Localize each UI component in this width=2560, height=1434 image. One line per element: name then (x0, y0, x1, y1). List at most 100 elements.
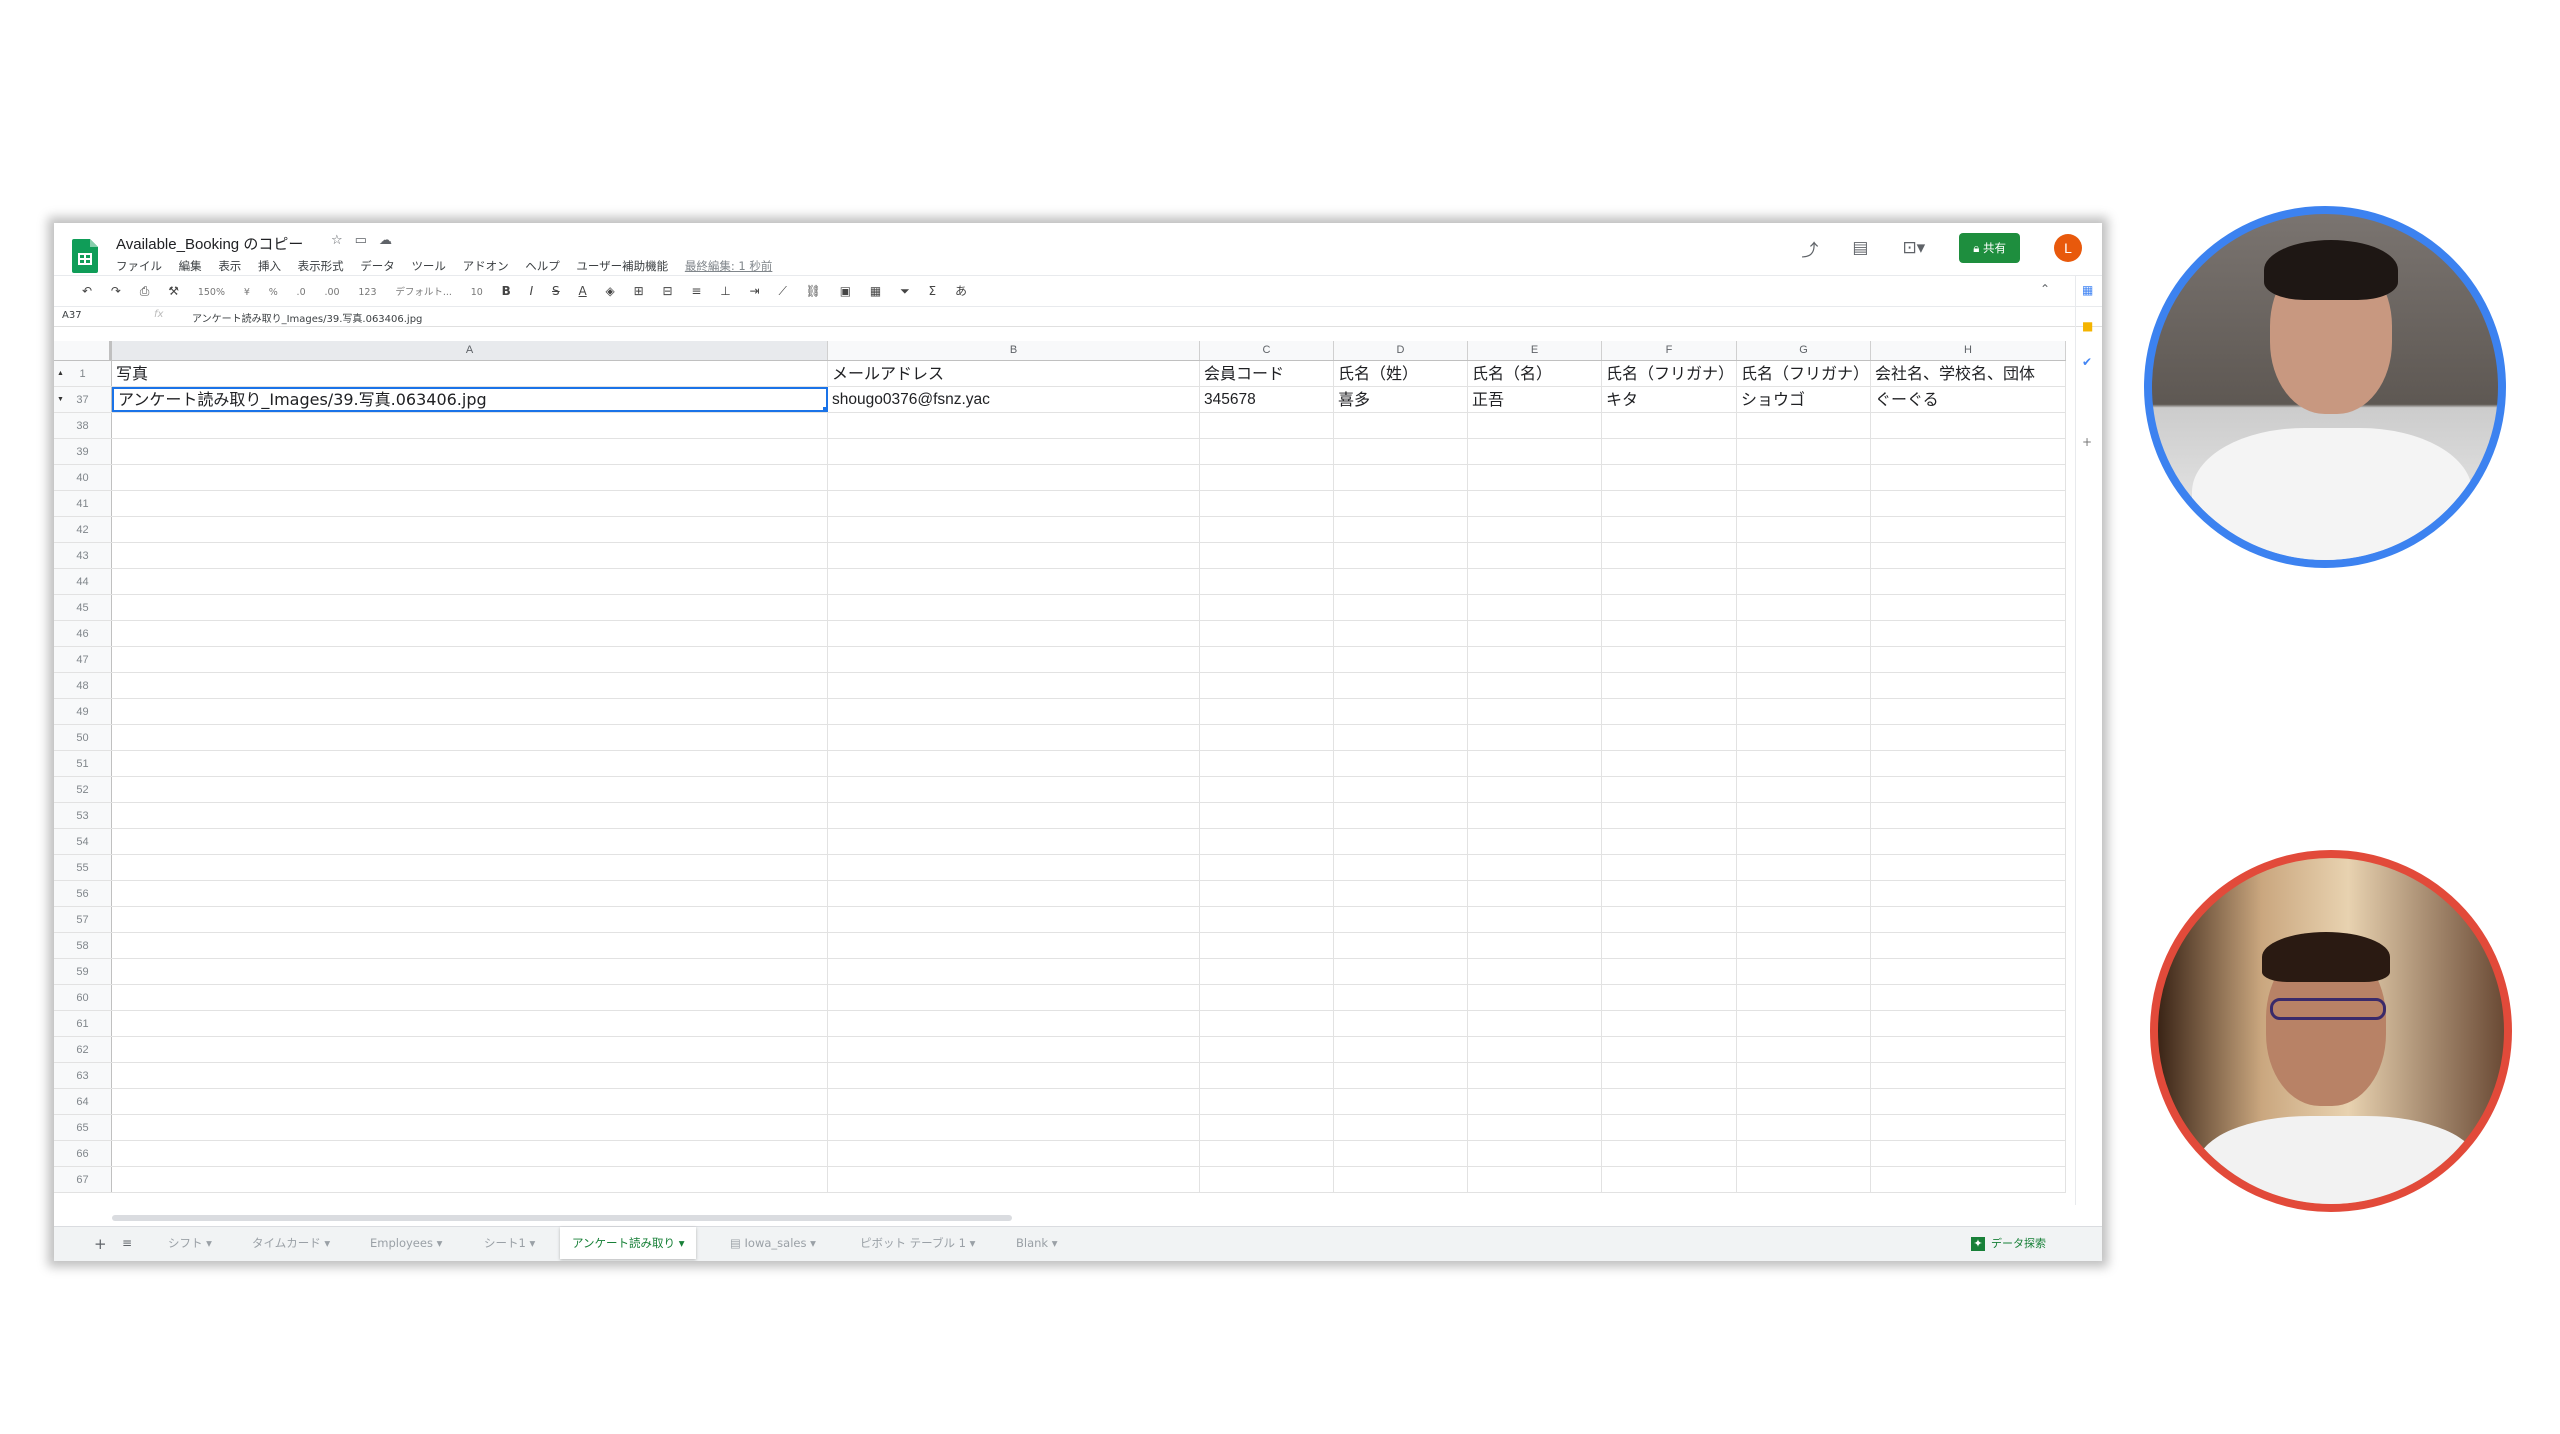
cell-empty[interactable] (1468, 1011, 1602, 1036)
menu-insert[interactable]: 挿入 (258, 259, 281, 273)
cell-empty[interactable] (1468, 1167, 1602, 1192)
cell-empty[interactable] (1737, 543, 1871, 568)
cell-empty[interactable] (1737, 491, 1871, 516)
cell-empty[interactable] (1468, 881, 1602, 906)
cell-empty[interactable] (1602, 569, 1737, 594)
cell-empty[interactable] (1334, 491, 1468, 516)
cell-empty[interactable] (1200, 881, 1334, 906)
cell-empty[interactable] (1602, 621, 1737, 646)
cell-empty[interactable] (1602, 907, 1737, 932)
select-all-corner[interactable] (54, 341, 112, 360)
cell-empty[interactable] (112, 959, 828, 984)
cell-empty[interactable] (112, 699, 828, 724)
more-formats-button[interactable]: 123 (358, 287, 376, 298)
cell-empty[interactable] (828, 751, 1200, 776)
cell-empty[interactable] (1737, 1167, 1871, 1192)
cell-empty[interactable] (1602, 647, 1737, 672)
cell-empty[interactable] (112, 1115, 828, 1140)
cell-empty[interactable] (828, 803, 1200, 828)
row-number[interactable]: 40 (54, 465, 112, 490)
cell-empty[interactable] (1871, 699, 2066, 724)
row-number[interactable]: 48 (54, 673, 112, 698)
cell-empty[interactable] (1334, 1063, 1468, 1088)
cell-empty[interactable] (1602, 543, 1737, 568)
cell-empty[interactable] (1871, 855, 2066, 880)
horizontal-align-icon[interactable]: ≡ (691, 284, 701, 298)
cell-empty[interactable] (1200, 1167, 1334, 1192)
sheet-tab-timecard[interactable]: タイムカード ▾ (252, 1227, 330, 1259)
cell-empty[interactable] (1871, 959, 2066, 984)
cell-empty[interactable] (828, 1141, 1200, 1166)
cell-empty[interactable] (1602, 777, 1737, 802)
row-number[interactable]: 44 (54, 569, 112, 594)
cell-empty[interactable] (1871, 491, 2066, 516)
cloud-status-icon[interactable]: ☁ (379, 233, 404, 248)
cell-empty[interactable] (1737, 1115, 1871, 1140)
cell-empty[interactable] (112, 1063, 828, 1088)
cell-empty[interactable] (828, 1037, 1200, 1062)
cell-b1[interactable]: メールアドレス (828, 361, 1200, 386)
cell-empty[interactable] (112, 751, 828, 776)
sheet-tab-pivot[interactable]: ピボット テーブル 1 ▾ (860, 1227, 975, 1259)
explore-button[interactable]: ✦ データ探索 (1971, 1235, 2046, 1251)
zoom-select[interactable]: 150% (198, 287, 225, 298)
cell-empty[interactable] (1602, 595, 1737, 620)
menu-format[interactable]: 表示形式 (298, 259, 344, 273)
cell-empty[interactable] (828, 985, 1200, 1010)
keep-icon[interactable]: ■ (2082, 319, 2093, 333)
cell-empty[interactable] (112, 1011, 828, 1036)
sheet-tab-sheet1[interactable]: シート1 ▾ (484, 1227, 535, 1259)
input-tools-icon[interactable]: あ (955, 284, 967, 298)
cell-empty[interactable] (1200, 725, 1334, 750)
row-number[interactable]: 38 (54, 413, 112, 438)
cell-empty[interactable] (1871, 803, 2066, 828)
row-number[interactable]: 49 (54, 699, 112, 724)
menu-data[interactable]: データ (360, 259, 395, 273)
cell-empty[interactable] (1200, 413, 1334, 438)
row-number[interactable]: 58 (54, 933, 112, 958)
cell-empty[interactable] (112, 569, 828, 594)
cell-empty[interactable] (1334, 1115, 1468, 1140)
document-title[interactable]: Available_Booking のコピー (116, 233, 303, 254)
insert-link-icon[interactable]: ⛓ (806, 284, 821, 298)
cell-empty[interactable] (828, 1167, 1200, 1192)
cell-empty[interactable] (1737, 517, 1871, 542)
cell-empty[interactable] (828, 491, 1200, 516)
row-number[interactable]: 65 (54, 1115, 112, 1140)
cell-empty[interactable] (1871, 647, 2066, 672)
cell-empty[interactable] (1737, 595, 1871, 620)
calendar-icon[interactable]: ▦ (2082, 283, 2093, 297)
cell-empty[interactable] (112, 439, 828, 464)
row-number[interactable]: 39 (54, 439, 112, 464)
cell-empty[interactable] (1468, 803, 1602, 828)
cell-empty[interactable] (1334, 907, 1468, 932)
cell-empty[interactable] (1737, 465, 1871, 490)
cell-empty[interactable] (1737, 1089, 1871, 1114)
row-number[interactable]: 47 (54, 647, 112, 672)
all-sheets-icon[interactable]: ≡ (122, 1236, 132, 1250)
cell-empty[interactable] (1200, 959, 1334, 984)
paint-format-icon[interactable]: ⚒ (168, 284, 179, 298)
cell-empty[interactable] (1871, 1115, 2066, 1140)
cell-empty[interactable] (1871, 543, 2066, 568)
cell-empty[interactable] (1737, 907, 1871, 932)
cell-empty[interactable] (1602, 725, 1737, 750)
cell-empty[interactable] (1334, 725, 1468, 750)
cell-empty[interactable] (112, 621, 828, 646)
row-number[interactable]: 67 (54, 1167, 112, 1192)
cell-empty[interactable] (1871, 569, 2066, 594)
name-box[interactable]: A37 (62, 310, 132, 321)
cell-empty[interactable] (1602, 959, 1737, 984)
cell-empty[interactable] (1468, 491, 1602, 516)
cell-empty[interactable] (1602, 1011, 1737, 1036)
move-folder-icon[interactable]: ▭ (355, 233, 379, 248)
cell-empty[interactable] (1871, 517, 2066, 542)
cell-empty[interactable] (1200, 751, 1334, 776)
cell-empty[interactable] (112, 647, 828, 672)
cell-empty[interactable] (1468, 985, 1602, 1010)
cell-empty[interactable] (1468, 413, 1602, 438)
sheets-logo-icon[interactable] (72, 239, 98, 273)
participant-video-1[interactable] (2144, 206, 2506, 568)
cell-empty[interactable] (1468, 673, 1602, 698)
cell-empty[interactable] (1200, 1063, 1334, 1088)
